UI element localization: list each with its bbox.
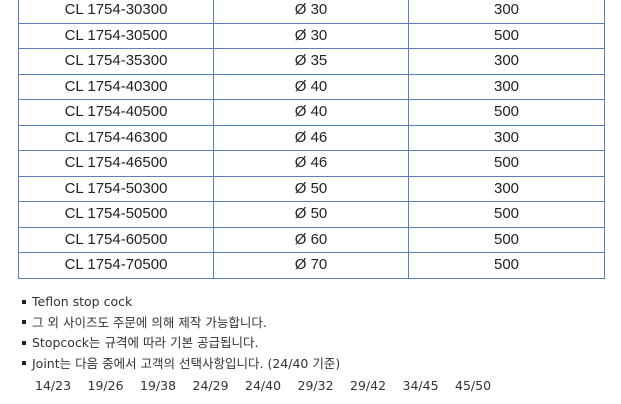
table-row: CL 1754-40300 Ø 40 300: [18, 73, 605, 100]
cell-volume: 500: [408, 99, 605, 126]
cell-diameter: Ø 46: [213, 124, 409, 151]
cell-diameter: Ø 30: [213, 22, 409, 49]
bullet-icon: [22, 340, 26, 345]
table-row: CL 1754-40500 Ø 40 500: [18, 99, 605, 126]
cell-volume: 500: [408, 226, 605, 253]
cell-diameter: Ø 70: [213, 252, 409, 279]
cell-volume: 300: [408, 0, 605, 24]
cell-volume: 500: [408, 150, 605, 177]
bullet-icon: [22, 320, 26, 324]
note-item: Joint는 다음 중에서 고객의 선택사항입니다. (24/40 기준): [22, 354, 612, 375]
cell-code: CL 1754-40300: [18, 73, 214, 100]
table-row: CL 1754-30300 Ø 30 300: [18, 0, 605, 24]
cell-code: CL 1754-46500: [18, 150, 214, 177]
page: CL 1754-30300 Ø 30 300 CL 1754-30500 Ø 3…: [0, 0, 621, 404]
table-row: CL 1754-35300 Ø 35 300: [18, 48, 605, 75]
bullet-icon: [22, 361, 26, 365]
note-text: Joint는 다음 중에서 고객의 선택사항입니다. (24/40 기준): [32, 355, 341, 371]
cell-volume: 300: [408, 73, 605, 100]
joint-option: 24/40: [245, 378, 282, 393]
cell-code: CL 1754-35300: [18, 48, 214, 75]
cell-volume: 300: [408, 48, 605, 75]
cell-code: CL 1754-46300: [18, 124, 214, 151]
cell-code: CL 1754-60500: [18, 226, 214, 253]
cell-diameter: Ø 35: [213, 48, 409, 75]
note-text: Teflon stop cock: [32, 294, 133, 309]
cell-code: CL 1754-40500: [18, 99, 214, 126]
cell-diameter: Ø 50: [213, 175, 409, 202]
joint-option: 19/38: [140, 378, 177, 393]
table-row: CL 1754-70500 Ø 70 500: [18, 252, 605, 279]
joint-option: 24/29: [192, 378, 229, 393]
joint-option: 45/50: [455, 378, 492, 393]
table-row: CL 1754-60500 Ø 60 500: [18, 226, 605, 253]
cell-diameter: Ø 40: [213, 73, 409, 100]
note-text: Stopcock는 규격에 따라 기본 공급됩니다.: [32, 335, 259, 350]
joint-option: 34/45: [402, 378, 439, 393]
cell-code: CL 1754-70500: [18, 252, 214, 279]
bullet-icon: [22, 299, 26, 304]
table-row: CL 1754-50300 Ø 50 300: [18, 175, 605, 202]
note-text: 그 외 사이즈도 주문에 의해 제작 가능합니다.: [32, 314, 267, 330]
cell-code: CL 1754-50300: [18, 175, 214, 202]
note-item: Stopcock는 규격에 따라 기본 공급됩니다.: [22, 333, 612, 354]
cell-volume: 500: [408, 22, 605, 49]
note-item: Teflon stop cock: [22, 292, 612, 313]
cell-diameter: Ø 60: [213, 226, 409, 253]
table-row: CL 1754-46500 Ø 46 500: [18, 150, 605, 177]
note-item: 그 외 사이즈도 주문에 의해 제작 가능합니다.: [22, 313, 612, 334]
joint-options: 14/23 19/26 19/38 24/29 24/40 29/32 29/42 34/45…: [22, 376, 612, 396]
notes-section: Teflon stop cock 그 외 사이즈도 주문에 의해 제작 가능합니…: [22, 292, 612, 396]
table-row: CL 1754-46300 Ø 46 300: [18, 124, 605, 151]
joint-option: 29/42: [350, 378, 387, 393]
cell-code: CL 1754-30300: [18, 0, 214, 24]
cell-code: CL 1754-30500: [18, 22, 214, 49]
cell-diameter: Ø 30: [213, 0, 409, 24]
table-row: CL 1754-50500 Ø 50 500: [18, 201, 605, 228]
cell-diameter: Ø 50: [213, 201, 409, 228]
cell-volume: 300: [408, 124, 605, 151]
cell-diameter: Ø 40: [213, 99, 409, 126]
cell-volume: 500: [408, 252, 605, 279]
cell-volume: 300: [408, 175, 605, 202]
spec-table: CL 1754-30300 Ø 30 300 CL 1754-30500 Ø 3…: [18, 0, 605, 279]
cell-diameter: Ø 46: [213, 150, 409, 177]
table-row: CL 1754-30500 Ø 30 500: [18, 22, 605, 49]
joint-option: 14/23: [35, 378, 72, 393]
cell-code: CL 1754-50500: [18, 201, 214, 228]
joint-option: 29/32: [297, 378, 334, 393]
spec-table-body: CL 1754-30300 Ø 30 300 CL 1754-30500 Ø 3…: [18, 0, 605, 279]
cell-volume: 500: [408, 201, 605, 228]
joint-option: 19/26: [87, 378, 124, 393]
